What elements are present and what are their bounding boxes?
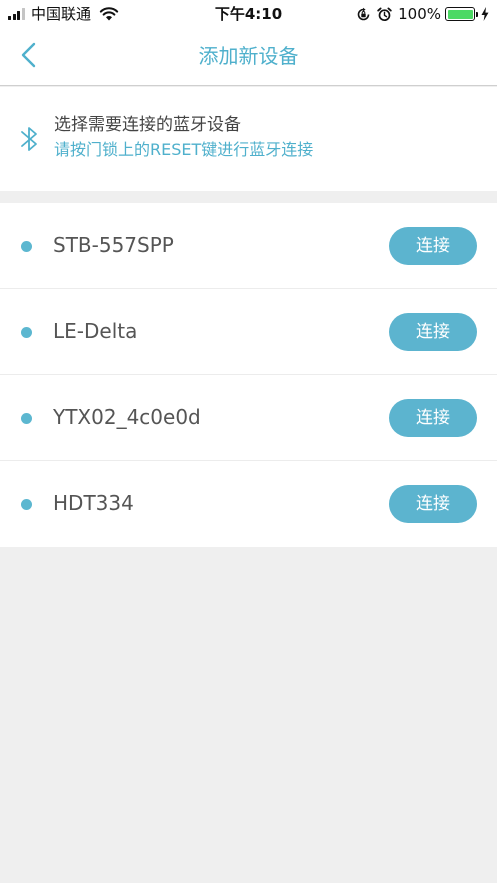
orientation-lock-icon: [357, 7, 370, 20]
device-dot-icon: [21, 327, 32, 338]
device-name: LE-Delta: [53, 319, 138, 343]
status-right: 100%: [356, 5, 489, 23]
battery-icon: [445, 7, 478, 21]
device-row: LE-Delta 连接: [0, 289, 497, 375]
nav-bar: 添加新设备: [0, 28, 497, 86]
hint-instruction: 请按门锁上的RESET键进行蓝牙连接: [54, 140, 314, 159]
device-name: HDT334: [53, 491, 134, 515]
device-list: STB-557SPP 连接 LE-Delta 连接 YTX02_4c0e0d 连…: [0, 203, 497, 547]
alarm-clock-icon: [377, 7, 392, 21]
device-name: STB-557SPP: [53, 233, 174, 257]
battery-percent: 100%: [398, 5, 441, 23]
connect-button[interactable]: 连接: [389, 227, 477, 265]
device-name: YTX02_4c0e0d: [53, 405, 201, 429]
bluetooth-hint-panel: 选择需要连接的蓝牙设备 请按门锁上的RESET键进行蓝牙连接: [0, 87, 497, 191]
connect-button[interactable]: 连接: [389, 485, 477, 523]
device-row: STB-557SPP 连接: [0, 203, 497, 289]
page-title: 添加新设备: [198, 44, 299, 68]
bluetooth-icon: [21, 127, 37, 151]
hint-title: 选择需要连接的蓝牙设备: [54, 115, 241, 135]
battery-tip: [475, 11, 478, 17]
connect-button[interactable]: 连接: [389, 313, 477, 351]
battery-level-fill: [447, 9, 473, 19]
charging-bolt-icon: [481, 7, 489, 21]
device-dot-icon: [21, 241, 32, 252]
device-dot-icon: [21, 413, 32, 424]
status-bar: 中国联通 下午4:10 100%: [0, 0, 497, 28]
device-row: YTX02_4c0e0d 连接: [0, 375, 497, 461]
connect-button[interactable]: 连接: [389, 399, 477, 437]
device-row: HDT334 连接: [0, 461, 497, 547]
device-dot-icon: [21, 499, 32, 510]
